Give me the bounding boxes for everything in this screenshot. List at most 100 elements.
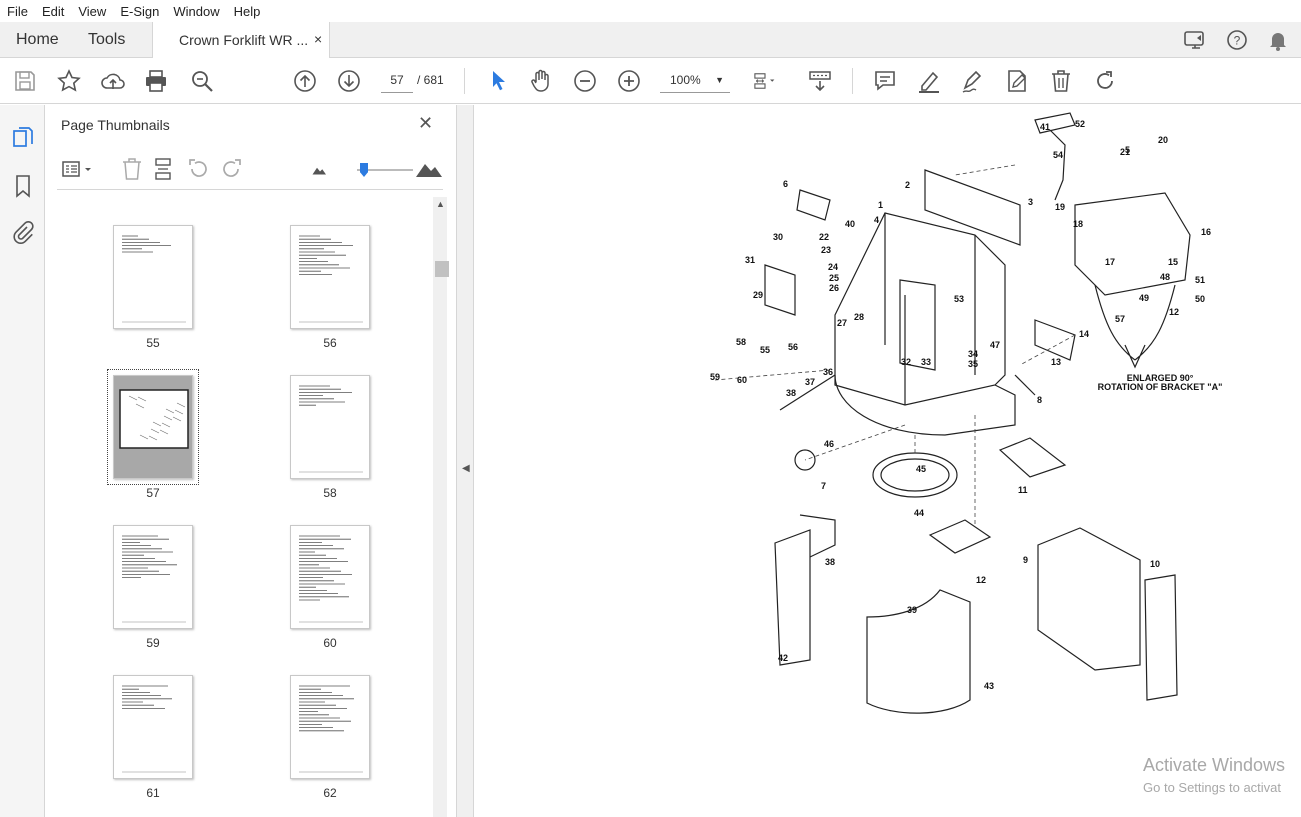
part-callout: 55 (760, 345, 770, 355)
menu-esign[interactable]: E-Sign (113, 4, 166, 19)
collapse-arrow-icon[interactable]: ◀ (462, 463, 470, 474)
part-callout: 25 (829, 273, 839, 283)
fit-page-icon[interactable] (752, 68, 788, 94)
drawing-cover-left (774, 529, 811, 666)
drawing-cover-left-top (799, 514, 836, 558)
part-callout: 28 (854, 312, 864, 322)
page-thumbnail[interactable] (290, 375, 370, 479)
pointer-icon[interactable] (485, 68, 511, 94)
bookmark-icon[interactable] (10, 173, 36, 199)
print-icon[interactable] (143, 68, 169, 94)
part-callout: 5 (1125, 145, 1130, 155)
panel-divider (57, 189, 443, 190)
drawing-arm (1049, 129, 1066, 201)
part-callout: 59 (710, 372, 720, 382)
arrow-up-circle-icon[interactable] (292, 68, 318, 94)
tab-bar: Home Tools Crown Forklift WR ... × ? (0, 22, 1301, 59)
page-thumbnail[interactable] (113, 225, 193, 329)
part-callout: 31 (745, 255, 755, 265)
hand-icon[interactable] (528, 68, 554, 94)
part-callout: 7 (821, 481, 826, 491)
upload-cloud-icon[interactable] (100, 68, 126, 94)
part-callout: 38 (825, 557, 835, 567)
redo-icon[interactable] (1092, 68, 1118, 94)
part-callout: 54 (1053, 150, 1063, 160)
tab-document[interactable]: Crown Forklift WR ... × (152, 22, 330, 59)
large-mountain-icon[interactable] (415, 157, 443, 181)
scroll-up-arrow-icon[interactable]: ▲ (436, 199, 445, 209)
small-mountain-icon[interactable] (311, 161, 335, 185)
rotate-left-icon[interactable] (186, 157, 210, 181)
thumbnail-grid: 55 56 57 58 59 60 61 62 (57, 191, 433, 817)
plus-circle-icon[interactable] (616, 68, 642, 94)
part-callout: 8 (1037, 395, 1042, 405)
page-thumbnail[interactable] (290, 525, 370, 629)
paperclip-icon[interactable] (10, 219, 36, 245)
panel-collapse-bar[interactable]: ◀ (457, 105, 474, 817)
part-callout: 41 (1040, 122, 1050, 132)
delete-page-icon[interactable] (120, 157, 144, 181)
page-thumbnail[interactable] (113, 675, 193, 779)
save-icon[interactable] (12, 68, 38, 94)
slider-handle[interactable] (360, 163, 368, 177)
menu-window[interactable]: Window (166, 4, 226, 19)
svg-text:?: ? (1234, 34, 1241, 48)
edit-document-icon[interactable] (1004, 68, 1030, 94)
thumbnail-preview (122, 535, 186, 623)
help-icon[interactable]: ? (1225, 28, 1249, 52)
thumbnail-page-number: 60 (323, 636, 337, 650)
part-callout: 12 (1169, 307, 1179, 317)
drawing-note-line2: ROTATION OF BRACKET "A" (1098, 382, 1223, 392)
page-thumbnail[interactable] (113, 375, 193, 479)
trash-icon[interactable] (1048, 68, 1074, 94)
activate-windows-title: Activate Windows (1143, 755, 1286, 775)
part-callout: 44 (914, 508, 924, 518)
page-total: / 681 (417, 73, 444, 87)
part-callout: 19 (1055, 202, 1065, 212)
scroll-mode-icon[interactable] (807, 68, 833, 94)
page-thumbnail[interactable] (290, 225, 370, 329)
document-view[interactable]: 41 52 54 21 5 20 2 1 4 3 6 22 23 40 19 18 16 17 15 30 31 29 24… (475, 105, 1301, 817)
highlight-pen-icon[interactable] (916, 68, 942, 94)
part-callout: 39 (907, 605, 917, 615)
panel-title: Page Thumbnails (61, 117, 170, 133)
star-icon[interactable] (56, 68, 82, 94)
rotate-right-icon[interactable] (220, 157, 244, 181)
share-screen-icon[interactable] (1183, 28, 1207, 52)
toolbar-separator (852, 68, 853, 94)
search-zoom-icon[interactable] (189, 68, 215, 94)
drawing-bracket-detail (1074, 192, 1191, 296)
left-rail (0, 105, 45, 817)
tab-home[interactable]: Home (16, 31, 59, 49)
close-icon[interactable]: ✕ (418, 113, 433, 134)
page-thumbnail[interactable] (113, 525, 193, 629)
chevron-down-icon: ▼ (715, 75, 724, 85)
drawing-battery-side (1144, 574, 1178, 701)
bell-icon[interactable] (1266, 28, 1290, 52)
part-callout: 26 (829, 283, 839, 293)
callout-labels: 41 5254 215202143622234019181617 1530312924… (710, 119, 1211, 691)
part-callout: 15 (1168, 257, 1178, 267)
menu-file[interactable]: File (0, 4, 35, 19)
part-callout: 47 (990, 340, 1000, 350)
part-callout: 60 (737, 375, 747, 385)
options-menu-icon[interactable] (61, 157, 97, 181)
page-number-input[interactable]: 57 (381, 68, 413, 93)
menu-view[interactable]: View (71, 4, 113, 19)
tab-tools[interactable]: Tools (88, 31, 125, 49)
comment-icon[interactable] (872, 68, 898, 94)
tab-close-button[interactable]: × (314, 31, 322, 47)
extract-page-icon[interactable] (152, 157, 176, 181)
part-callout: 17 (1105, 257, 1115, 267)
page-thumbnails-icon[interactable] (10, 125, 36, 151)
arrow-down-circle-icon[interactable] (336, 68, 362, 94)
menu-help[interactable]: Help (227, 4, 268, 19)
page-thumbnail[interactable] (290, 675, 370, 779)
scrollbar-thumb[interactable] (435, 261, 449, 277)
thumbnail-preview (119, 389, 189, 449)
zoom-select[interactable]: 100% ▼ (660, 68, 730, 93)
sign-pen-icon[interactable] (960, 68, 986, 94)
menu-edit[interactable]: Edit (35, 4, 71, 19)
minus-circle-icon[interactable] (572, 68, 598, 94)
thumbnails-scrollbar[interactable]: ▲ (433, 197, 449, 817)
